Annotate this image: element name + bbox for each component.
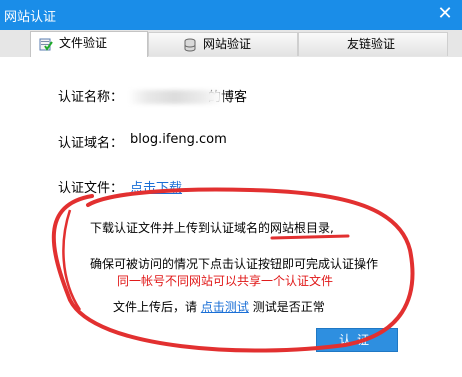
tab-label: 友链验证: [347, 37, 396, 51]
instruction-line-3: 同一帐号不同网站可以共享一个认证文件: [117, 274, 334, 288]
title-bar: 网站认证 ✕: [0, 0, 462, 30]
domain-row: 认证域名： blog.ifeng.com: [58, 132, 227, 151]
file-check-icon: [39, 38, 53, 51]
domain-value: blog.ifeng.com: [130, 132, 227, 147]
instruction-line-4: 文件上传后，请 点击测试 测试是否正常: [113, 298, 325, 315]
window-title: 网站认证: [4, 10, 57, 25]
instruction-prefix: 文件上传后，请: [113, 300, 198, 314]
name-row: 认证名称： 的博客: [58, 86, 247, 105]
file-label: 认证文件：: [58, 181, 124, 196]
domain-label: 认证域名：: [58, 136, 124, 151]
tab-link-verify[interactable]: 友链验证: [298, 32, 448, 56]
tab-site-verify[interactable]: 网站验证: [148, 32, 298, 56]
redacted-name: [128, 90, 222, 104]
tab-label: 文件验证: [59, 36, 108, 50]
test-link[interactable]: 点击测试: [201, 300, 249, 314]
instruction-line-1: 下载认证文件并上传到认证域名的网站根目录,: [90, 221, 334, 235]
tab-bar: 文件验证 网站验证 友链验证: [0, 30, 462, 58]
close-icon[interactable]: ✕: [434, 3, 456, 25]
instruction-line-2: 确保可被访问的情况下点击认证按钮即可完成认证操作: [90, 257, 379, 271]
tab-file-verify[interactable]: 文件验证: [30, 31, 148, 57]
file-row: 认证文件： 点击下载: [58, 177, 182, 196]
download-link[interactable]: 点击下载: [130, 177, 182, 196]
verify-button[interactable]: 认证: [316, 328, 398, 352]
database-icon: [184, 38, 196, 52]
instruction-suffix: 测试是否正常: [252, 300, 325, 314]
name-label: 认证名称：: [58, 90, 124, 105]
tab-label: 网站验证: [203, 37, 252, 51]
